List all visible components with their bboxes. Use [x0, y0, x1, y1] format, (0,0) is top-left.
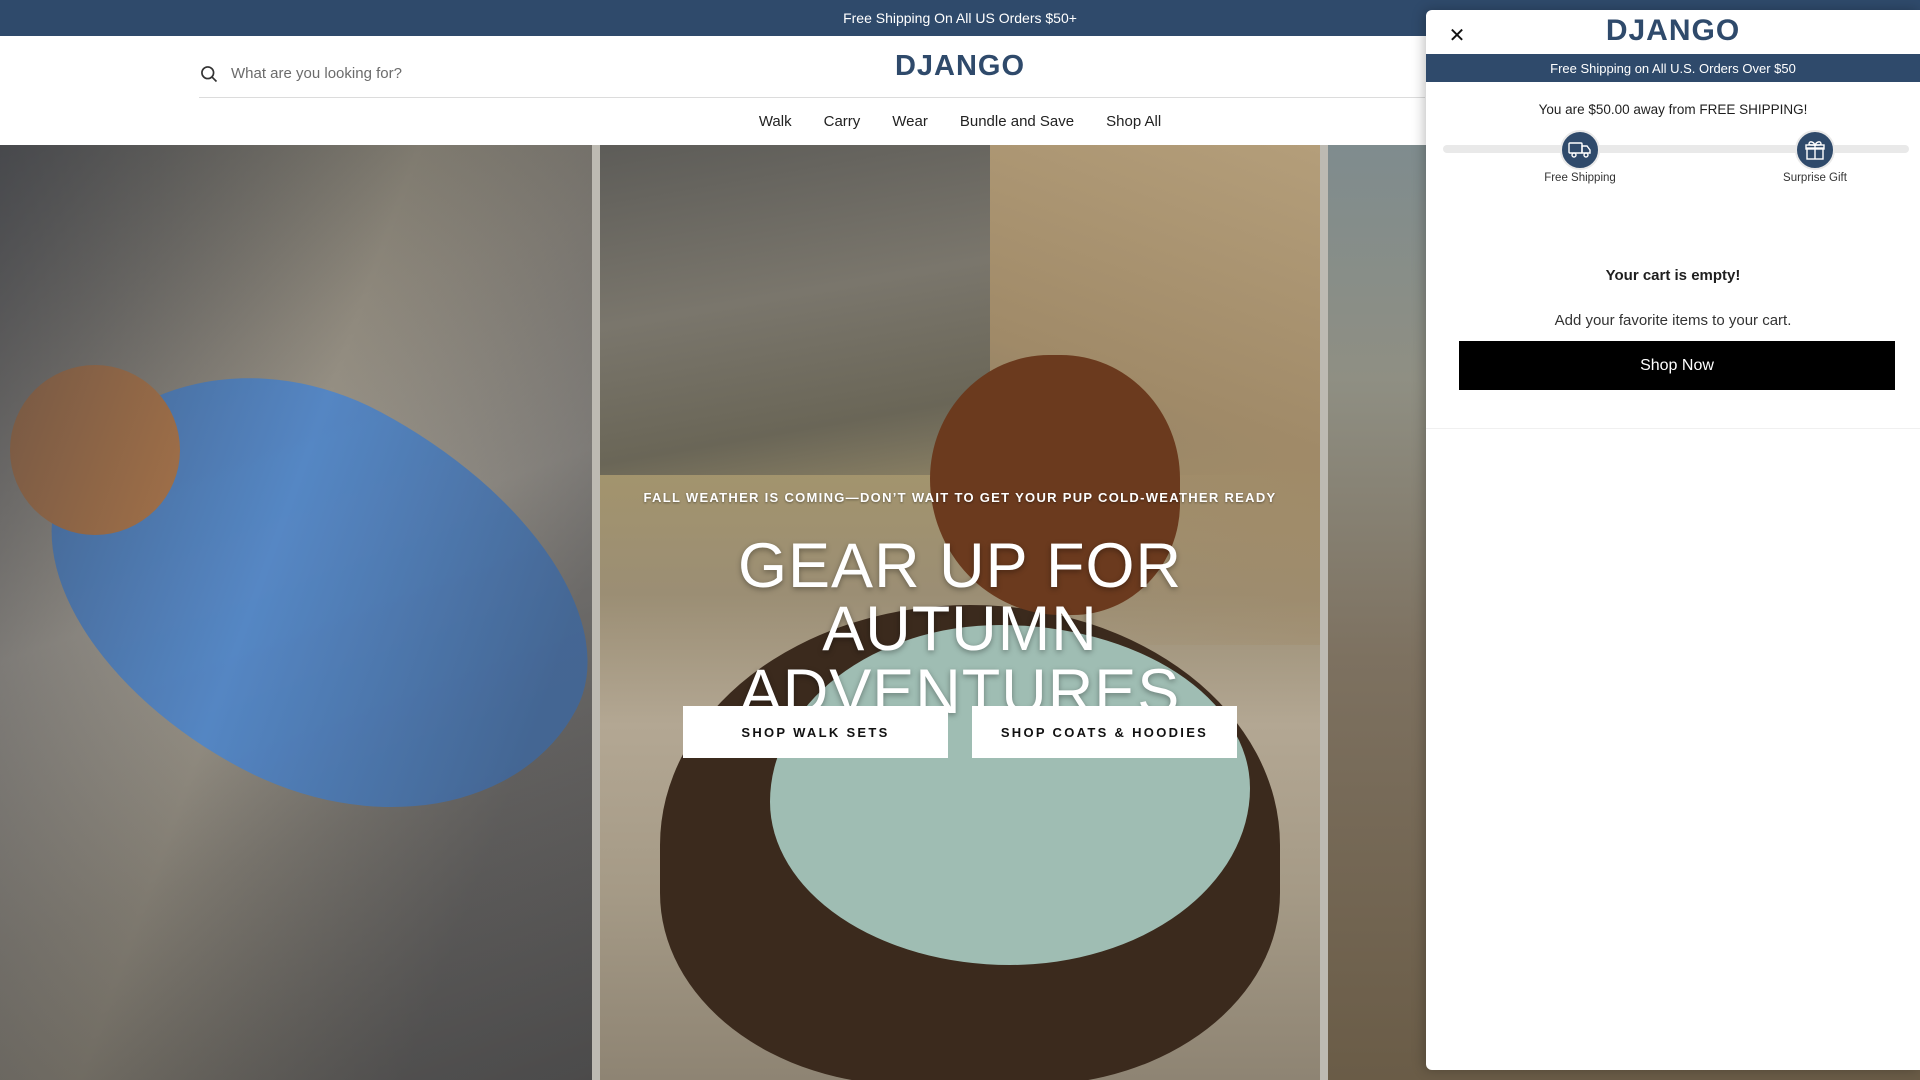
search-input[interactable]: [231, 65, 631, 82]
milestone-label: Free Shipping: [1544, 172, 1616, 184]
milestone-surprise-gift: Surprise Gift: [1755, 130, 1875, 184]
nav-item-walk[interactable]: Walk: [759, 113, 792, 130]
cart-empty-subtitle: Add your favorite items to your cart.: [1554, 312, 1792, 329]
milestone-free-shipping: Free Shipping: [1520, 130, 1640, 184]
drawer-shipping-banner: Free Shipping on All U.S. Orders Over $5…: [1426, 54, 1920, 82]
hero-headline-line1: GEAR UP FOR AUTUMN: [738, 531, 1182, 664]
cart-empty-title: Your cart is empty!: [1605, 267, 1741, 284]
shop-walk-sets-button[interactable]: SHOP WALK SETS: [683, 706, 948, 758]
search-bar[interactable]: [199, 50, 1425, 98]
truck-icon: [1560, 130, 1600, 170]
hero-headline: GEAR UP FOR AUTUMN ADVENTURES: [600, 535, 1320, 724]
drawer-logo: DJANGO: [1605, 14, 1741, 47]
divider: [1426, 428, 1920, 429]
shop-coats-hoodies-button[interactable]: SHOP COATS & HOODIES: [972, 706, 1237, 758]
search-icon[interactable]: [199, 64, 219, 84]
hero-text-block: FALL WEATHER IS COMING—DON’T WAIT TO GET…: [600, 145, 1320, 1080]
drawer-banner-text: Free Shipping on All U.S. Orders Over $5…: [1550, 60, 1796, 76]
cart-drawer: DJANGO ✕ Free Shipping on All U.S. Order…: [1426, 10, 1920, 1070]
milestone-label: Surprise Gift: [1783, 172, 1847, 184]
nav-item-bundle-and-save[interactable]: Bundle and Save: [960, 113, 1074, 130]
nav-item-shop-all[interactable]: Shop All: [1106, 113, 1161, 130]
gift-icon: [1795, 130, 1835, 170]
close-icon[interactable]: ✕: [1442, 20, 1472, 50]
nav-item-carry[interactable]: Carry: [824, 113, 861, 130]
hero-image-left: [0, 145, 657, 1080]
shop-now-button[interactable]: Shop Now: [1459, 341, 1895, 390]
hero-kicker: FALL WEATHER IS COMING—DON’T WAIT TO GET…: [643, 490, 1277, 505]
nav-item-wear[interactable]: Wear: [892, 113, 928, 130]
shipping-progress-message: You are $50.00 away from FREE SHIPPING!: [1538, 102, 1808, 117]
hero-cta-group: SHOP WALK SETS SHOP COATS & HOODIES: [683, 706, 1237, 758]
site-logo[interactable]: DJANGO: [860, 50, 1060, 83]
